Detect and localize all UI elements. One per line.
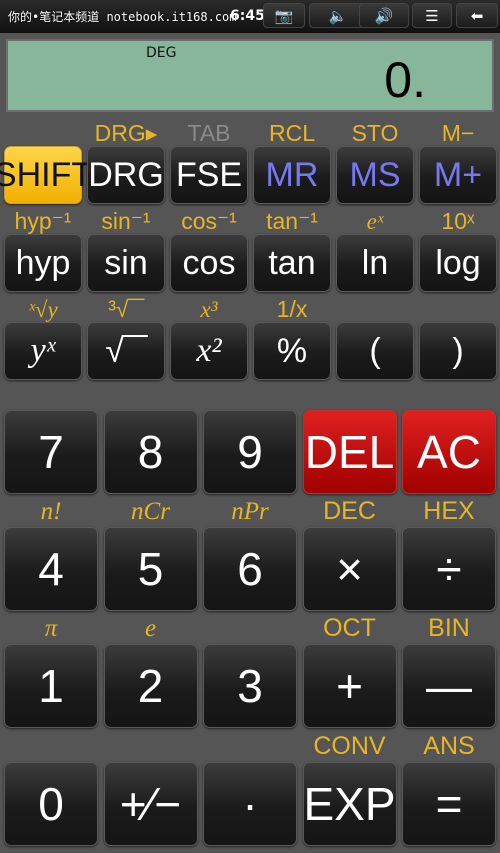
key-ln-button[interactable]: ln — [336, 234, 414, 292]
key-key-button[interactable]: = — [402, 762, 496, 846]
shift-label-10: 10ˣ — [441, 208, 475, 234]
key-key-button[interactable]: ( — [336, 322, 414, 380]
shift-label-key: π — [44, 615, 58, 642]
shift-label-cos: cos⁻¹ — [181, 208, 237, 234]
volume-up-button[interactable]: 🔊 — [359, 3, 409, 28]
shift-label-ans: ANS — [423, 732, 475, 760]
volume-down-icon: 🔈 — [328, 6, 348, 25]
key-7-button[interactable]: 7 — [4, 410, 98, 494]
shift-label-dec: DEC — [323, 497, 376, 525]
angle-mode-indicator: DEG — [146, 45, 177, 61]
shift-label-m: M− — [441, 120, 475, 146]
clock: 6:45 — [230, 8, 265, 24]
key-cos-button[interactable]: cos — [170, 234, 248, 292]
key-mr-button[interactable]: MR — [253, 146, 331, 204]
watermark: 你的•笔记本频道 notebook.it168.com — [8, 10, 237, 24]
key-4-button[interactable]: 4 — [4, 527, 98, 611]
shift-label-e: eˣ — [366, 209, 384, 234]
camera-button[interactable]: 📷 — [263, 3, 305, 28]
key-6-button[interactable]: 6 — [203, 527, 297, 611]
key-key-button[interactable]: × — [302, 527, 397, 611]
key-y-button[interactable]: yˣ — [4, 322, 82, 380]
shift-label-hyp: hyp⁻¹ — [14, 208, 72, 234]
key-key-button[interactable]: √‾‾ — [87, 322, 165, 380]
shift-label-hex: HEX — [423, 497, 475, 525]
key-5-button[interactable]: 5 — [103, 527, 198, 611]
volume-up-icon: 🔊 — [374, 6, 394, 25]
calculator-display: DEG 0. — [6, 39, 494, 112]
shift-label-y: ˣ√y — [28, 297, 58, 322]
back-icon: ⬅ — [470, 6, 484, 25]
shift-label-drg: DRG▸ — [94, 120, 158, 146]
key-key-button[interactable]: % — [253, 322, 331, 380]
key-drg-button[interactable]: DRG — [87, 146, 165, 204]
key-ac-button[interactable]: AC — [402, 410, 496, 494]
key-key-button[interactable]: · — [203, 762, 297, 846]
display-value: 0. — [384, 52, 426, 108]
shift-label-sto: STO — [351, 120, 399, 146]
key-key-button[interactable]: — — [402, 644, 496, 728]
key-ms-button[interactable]: MS — [336, 146, 414, 204]
key-8-button[interactable]: 8 — [103, 410, 198, 494]
menu-button[interactable]: ☰ — [412, 3, 452, 28]
key-exp-button[interactable]: EXP — [302, 762, 397, 846]
shift-label-key: ³√‾‾ — [108, 296, 144, 322]
shift-label-sin: sin⁻¹ — [101, 208, 151, 234]
key-del-button[interactable]: DEL — [302, 410, 397, 494]
shift-label-n: n! — [40, 498, 62, 525]
key-3-button[interactable]: 3 — [203, 644, 297, 728]
key-x-button[interactable]: x² — [170, 322, 248, 380]
shift-label-x: x³ — [200, 297, 218, 322]
key-key-button[interactable]: ) — [419, 322, 497, 380]
shift-label-oct: OCT — [323, 614, 376, 642]
key-1-button[interactable]: 1 — [4, 644, 98, 728]
key-tan-button[interactable]: tan — [253, 234, 331, 292]
key-fse-button[interactable]: FSE — [170, 146, 248, 204]
key-m-button[interactable]: M+ — [419, 146, 497, 204]
key-2-button[interactable]: 2 — [103, 644, 198, 728]
key-key-button[interactable]: +⁄− — [103, 762, 198, 846]
shift-label-e: e — [144, 615, 157, 642]
back-button[interactable]: ⬅ — [456, 3, 498, 28]
shift-label-npr: nPr — [231, 498, 269, 525]
shift-label-tan: tan⁻¹ — [266, 208, 318, 234]
key-log-button[interactable]: log — [419, 234, 497, 292]
camera-icon: 📷 — [274, 6, 294, 25]
key-shift-button[interactable]: SHIFT — [0, 146, 92, 204]
shift-label-ncr: nCr — [131, 498, 170, 525]
shift-label-rcl: RCL — [268, 120, 315, 146]
shift-label-bin: BIN — [428, 614, 470, 642]
key-key-button[interactable]: + — [302, 644, 397, 728]
key-hyp-button[interactable]: hyp — [4, 234, 82, 292]
shift-label-1-x: 1/x — [276, 296, 308, 322]
key-sin-button[interactable]: sin — [87, 234, 165, 292]
key-key-button[interactable]: ÷ — [402, 527, 496, 611]
key-0-button[interactable]: 0 — [4, 762, 98, 846]
key-9-button[interactable]: 9 — [203, 410, 297, 494]
shift-label-conv: CONV — [313, 732, 386, 760]
menu-icon: ☰ — [425, 6, 439, 25]
shift-label-tab: TAB — [187, 120, 231, 146]
